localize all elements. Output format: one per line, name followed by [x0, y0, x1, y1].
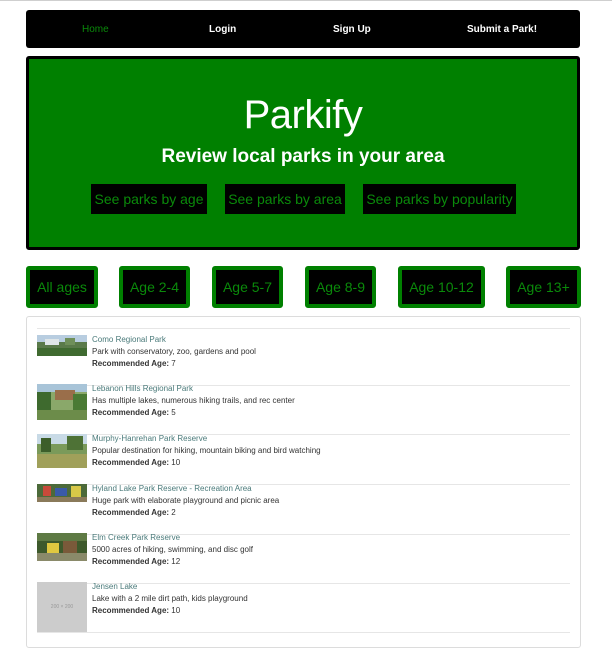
navbar: Home Login Sign Up Submit a Park!	[26, 10, 580, 48]
park-recommended-age: Recommended Age: 10	[92, 458, 181, 467]
park-recommended-age: Recommended Age: 10	[92, 606, 181, 615]
park-thumbnail[interactable]	[37, 384, 87, 420]
park-name-link[interactable]: Como Regional Park	[92, 335, 166, 344]
park-name-link[interactable]: Lebanon Hills Regional Park	[92, 384, 193, 393]
filter-age-10-12-button[interactable]: Age 10-12	[398, 266, 485, 308]
park-recommended-age: Recommended Age: 5	[92, 408, 176, 417]
park-recommended-age: Recommended Age: 7	[92, 359, 176, 368]
nav-login-link[interactable]: Login	[209, 10, 236, 48]
top-divider	[0, 0, 612, 1]
park-name-link[interactable]: Hyland Lake Park Reserve - Recreation Ar…	[92, 484, 252, 493]
park-name-link[interactable]: Murphy-Hanrehan Park Reserve	[92, 434, 207, 443]
park-thumbnail[interactable]	[37, 434, 87, 468]
park-list-item: Murphy-Hanrehan Park Reserve Popular des…	[37, 434, 570, 485]
park-thumbnail[interactable]	[37, 533, 87, 561]
hero-title: Parkify	[243, 93, 363, 137]
see-parks-by-area-button[interactable]: See parks by area	[225, 184, 345, 214]
hero-subtitle: Review local parks in your area	[161, 146, 445, 167]
park-list-item: Como Regional Park Park with conservator…	[37, 335, 570, 386]
park-description: Has multiple lakes, numerous hiking trai…	[92, 396, 295, 405]
park-recommended-age: Recommended Age: 12	[92, 557, 181, 566]
park-thumbnail[interactable]	[37, 335, 87, 356]
placeholder-label: 200 × 200	[50, 604, 74, 610]
park-thumbnail-placeholder[interactable]: 200 × 200	[37, 582, 87, 632]
park-description: Huge park with elaborate playground and …	[92, 496, 280, 505]
park-recommended-age: Recommended Age: 2	[92, 508, 176, 517]
filter-all-ages-button[interactable]: All ages	[26, 266, 98, 308]
park-description: 5000 acres of hiking, swimming, and disc…	[92, 545, 253, 554]
park-description: Park with conservatory, zoo, gardens and…	[92, 347, 256, 356]
nav-home-link[interactable]: Home	[82, 10, 109, 48]
park-list-item: 200 × 200 Jensen Lake Lake with a 2 mile…	[37, 582, 570, 633]
filter-age-8-9-button[interactable]: Age 8-9	[305, 266, 376, 308]
park-name-link[interactable]: Elm Creek Park Reserve	[92, 533, 180, 542]
see-parks-by-age-button[interactable]: See parks by age	[91, 184, 207, 214]
hero-banner: Parkify Review local parks in your area …	[26, 56, 580, 250]
park-list-item: Lebanon Hills Regional Park Has multiple…	[37, 384, 570, 435]
park-list: Como Regional Park Park with conservator…	[26, 316, 581, 648]
park-list-item: Elm Creek Park Reserve 5000 acres of hik…	[37, 533, 570, 584]
park-description: Lake with a 2 mile dirt path, kids playg…	[92, 594, 248, 603]
nav-submit-park-link[interactable]: Submit a Park!	[467, 10, 537, 48]
park-thumbnail[interactable]	[37, 484, 87, 502]
park-list-item: Hyland Lake Park Reserve - Recreation Ar…	[37, 484, 570, 535]
see-parks-by-popularity-button[interactable]: See parks by popularity	[363, 184, 516, 214]
park-description: Popular destination for hiking, mountain…	[92, 446, 321, 455]
filter-age-13-plus-button[interactable]: Age 13+	[506, 266, 581, 308]
list-divider	[37, 328, 570, 329]
filter-age-2-4-button[interactable]: Age 2-4	[119, 266, 190, 308]
nav-signup-link[interactable]: Sign Up	[333, 10, 371, 48]
park-name-link[interactable]: Jensen Lake	[92, 582, 137, 591]
filter-age-5-7-button[interactable]: Age 5-7	[212, 266, 283, 308]
